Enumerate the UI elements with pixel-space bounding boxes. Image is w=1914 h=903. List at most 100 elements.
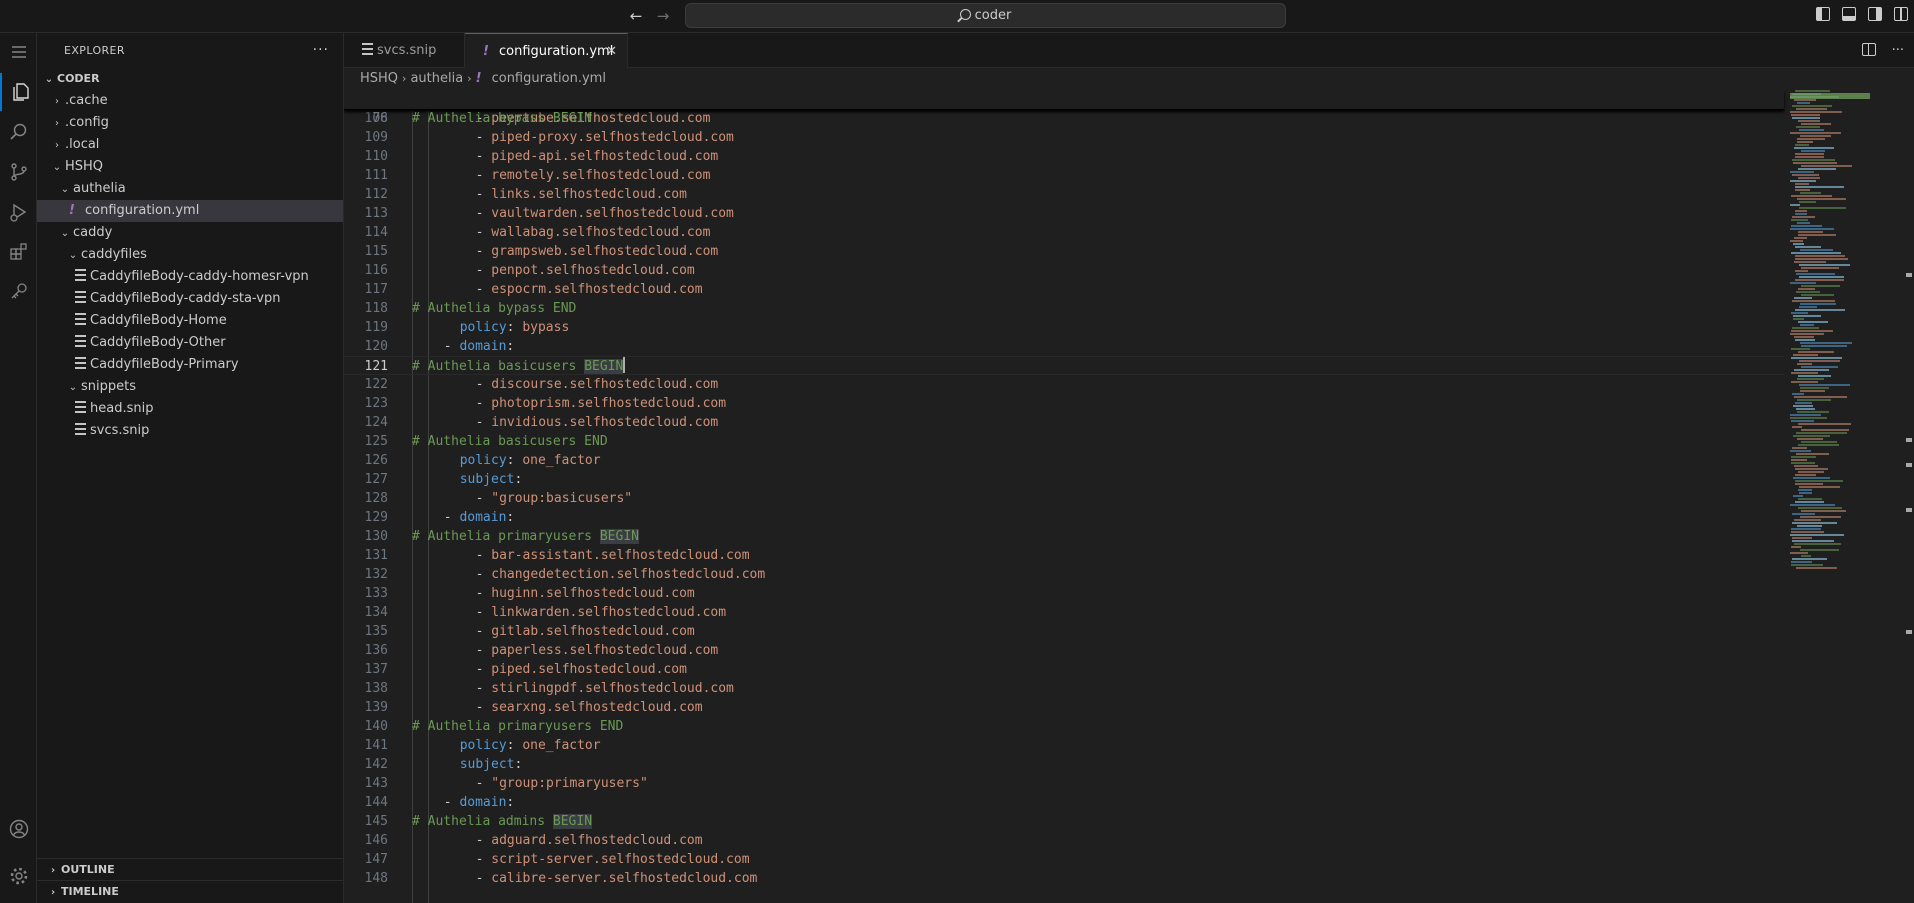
- remote-explorer-icon[interactable]: [0, 273, 37, 311]
- customize-layout-icon[interactable]: [1894, 7, 1908, 21]
- code-line: 139 - searxng.selfhostedcloud.com: [344, 698, 1784, 717]
- tree-folder[interactable]: ⌄ caddy: [37, 222, 343, 244]
- line-number: 142: [364, 757, 388, 772]
- split-editor-icon[interactable]: [1861, 43, 1876, 56]
- tree-file[interactable]: CaddyfileBody-Other: [37, 332, 343, 354]
- code-line: 147 - script-server.selfhostedcloud.com: [344, 850, 1784, 869]
- minimap-line: [1796, 432, 1847, 434]
- minimap-line: [1792, 537, 1812, 539]
- tree-folder[interactable]: › .local: [37, 134, 343, 156]
- breadcrumb-item[interactable]: authelia: [410, 71, 463, 86]
- minimap-line: [1790, 534, 1844, 536]
- settings-gear-icon[interactable]: [0, 857, 37, 895]
- minimap-line: [1791, 195, 1832, 197]
- minimap-line: [1792, 327, 1819, 329]
- more-actions-icon[interactable]: ···: [313, 42, 329, 58]
- tab-configuration-yml[interactable]: ! configuration.yml ✕: [465, 33, 628, 68]
- menu-icon[interactable]: [0, 33, 37, 71]
- close-icon[interactable]: ✕: [606, 34, 617, 69]
- timeline-section[interactable]: › TIMELINE: [37, 880, 343, 902]
- tree-folder[interactable]: › .config: [37, 112, 343, 134]
- minimap-line: [1794, 519, 1821, 521]
- scroll-marker: [1906, 463, 1912, 467]
- minimap-line: [1795, 213, 1807, 215]
- string-value: adguard.selfhostedcloud.com: [491, 833, 703, 848]
- accounts-icon[interactable]: [0, 810, 37, 848]
- minimap-line: [1791, 357, 1842, 359]
- minimap-line: [1795, 90, 1830, 92]
- colon: :: [514, 757, 523, 772]
- minimap-line: [1796, 291, 1820, 293]
- explorer-icon[interactable]: [0, 73, 37, 111]
- code-text: - gitlab.selfhostedcloud.com: [476, 622, 695, 641]
- scrollbar[interactable]: [1906, 90, 1914, 903]
- code-line: 148 - calibre-server.selfhostedcloud.com: [344, 869, 1784, 888]
- toggle-panel-icon[interactable]: [1842, 7, 1856, 21]
- tab-svcs-snip[interactable]: svcs.snip: [344, 33, 465, 68]
- list-dash: -: [475, 681, 492, 696]
- extensions-icon[interactable]: [0, 233, 37, 271]
- tree-file[interactable]: CaddyfileBody-Primary: [37, 354, 343, 376]
- code-text: - "group:primaryusers": [476, 774, 648, 793]
- minimap-line: [1798, 375, 1831, 377]
- tree-folder[interactable]: ⌄ snippets: [37, 376, 343, 398]
- command-center-search[interactable]: coder: [685, 3, 1286, 28]
- toggle-primary-sidebar-icon[interactable]: [1816, 7, 1830, 21]
- breadcrumb-item[interactable]: HSHQ: [360, 71, 398, 86]
- code-text: - searxng.selfhostedcloud.com: [476, 698, 703, 717]
- tree-folder[interactable]: › .cache: [37, 90, 343, 112]
- code-text: - vaultwarden.selfhostedcloud.com: [476, 204, 734, 223]
- minimap-line: [1791, 531, 1824, 533]
- line-number: 133: [364, 586, 388, 601]
- search-icon[interactable]: [0, 113, 37, 151]
- tree-folder[interactable]: ⌄ caddyfiles: [37, 244, 343, 266]
- minimap-line: [1794, 465, 1818, 467]
- minimap-line: [1799, 201, 1816, 203]
- code-editor[interactable]: 76# Authelia bypass BEGIN 107- usermanag…: [344, 90, 1904, 903]
- line-number: 126: [364, 453, 388, 468]
- workspace-root[interactable]: ⌄ CODER: [37, 68, 343, 90]
- list-dash: -: [475, 852, 492, 867]
- yaml-value: one_factor: [522, 738, 601, 753]
- minimap-line: [1800, 135, 1831, 137]
- line-number: 128: [364, 491, 388, 506]
- code-line: 113 - vaultwarden.selfhostedcloud.com: [344, 204, 1784, 223]
- breadcrumb-item[interactable]: configuration.yml: [492, 71, 606, 86]
- minimap[interactable]: [1790, 90, 1902, 903]
- arrow-right-icon[interactable]: →: [652, 6, 674, 26]
- tree-file[interactable]: ! configuration.yml: [37, 200, 343, 222]
- sticky-scroll-header[interactable]: 76 # Authelia bypass BEGIN: [344, 90, 1784, 126]
- run-debug-icon[interactable]: [0, 193, 37, 231]
- line-number: 111: [364, 168, 388, 183]
- arrow-left-icon[interactable]: ←: [625, 6, 647, 26]
- toggle-secondary-sidebar-icon[interactable]: [1868, 7, 1882, 21]
- tree-file[interactable]: CaddyfileBody-Home: [37, 310, 343, 332]
- string-value: photoprism.selfhostedcloud.com: [491, 396, 727, 411]
- minimap-line: [1794, 99, 1816, 101]
- colon: :: [506, 738, 523, 753]
- tree-file[interactable]: head.snip: [37, 398, 343, 420]
- chevron-right-icon: ›: [50, 887, 56, 898]
- code-line: 111 - remotely.selfhostedcloud.com: [344, 166, 1784, 185]
- tree-file[interactable]: CaddyfileBody-caddy-sta-vpn: [37, 288, 343, 310]
- code-line: 140 # Authelia primaryusers END: [344, 717, 1784, 736]
- tree-item-label: .local: [65, 137, 100, 152]
- minimap-line: [1792, 216, 1815, 218]
- code-line: 129 - domain:: [344, 508, 1784, 527]
- tree-file[interactable]: CaddyfileBody-caddy-homesr-vpn: [37, 266, 343, 288]
- minimap-line: [1793, 495, 1803, 497]
- source-control-icon[interactable]: [0, 153, 37, 191]
- list-dash: -: [475, 586, 492, 601]
- tree-file[interactable]: svcs.snip: [37, 420, 343, 442]
- minimap-line: [1795, 468, 1828, 470]
- code-text: - espocrm.selfhostedcloud.com: [476, 280, 703, 299]
- tree-folder[interactable]: ⌄ authelia: [37, 178, 343, 200]
- more-actions-icon[interactable]: ···: [1892, 43, 1904, 58]
- minimap-line: [1790, 180, 1816, 182]
- minimap-line: [1798, 177, 1820, 179]
- line-number: 137: [364, 662, 388, 677]
- tree-folder[interactable]: ⌄ HSHQ: [37, 156, 343, 178]
- line-number: 112: [364, 187, 388, 202]
- code-text: # Authelia bypass END: [412, 299, 576, 318]
- outline-section[interactable]: › OUTLINE: [37, 858, 343, 880]
